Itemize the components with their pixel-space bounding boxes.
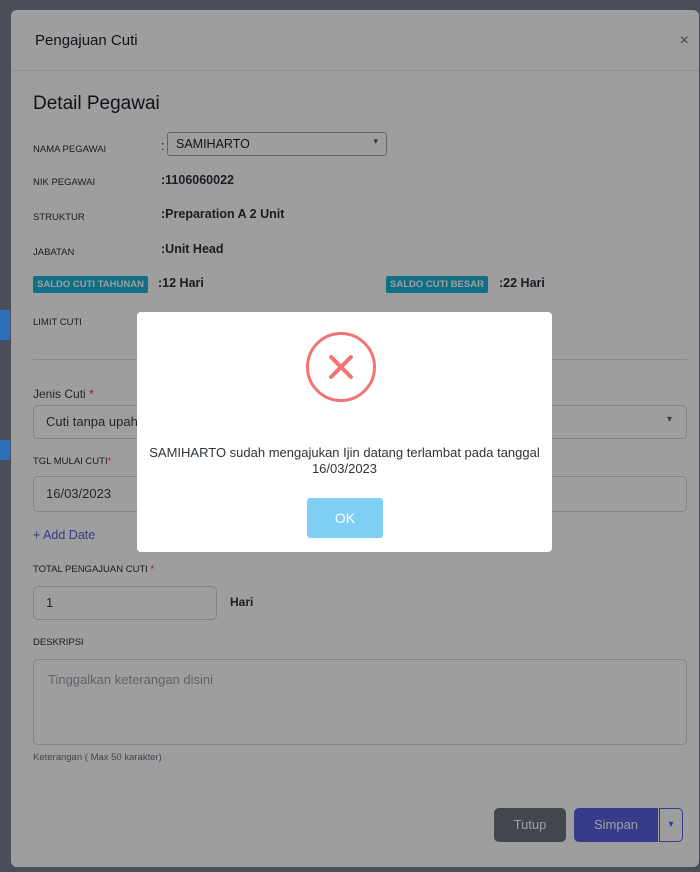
dialog-message: SAMIHARTO sudah mengajukan Ijin datang t… [149, 445, 540, 476]
ok-button[interactable]: OK [307, 498, 383, 538]
backdrop-accent [0, 310, 10, 340]
error-x-icon [306, 332, 376, 402]
backdrop-accent [0, 440, 10, 460]
error-dialog: SAMIHARTO sudah mengajukan Ijin datang t… [137, 312, 552, 552]
